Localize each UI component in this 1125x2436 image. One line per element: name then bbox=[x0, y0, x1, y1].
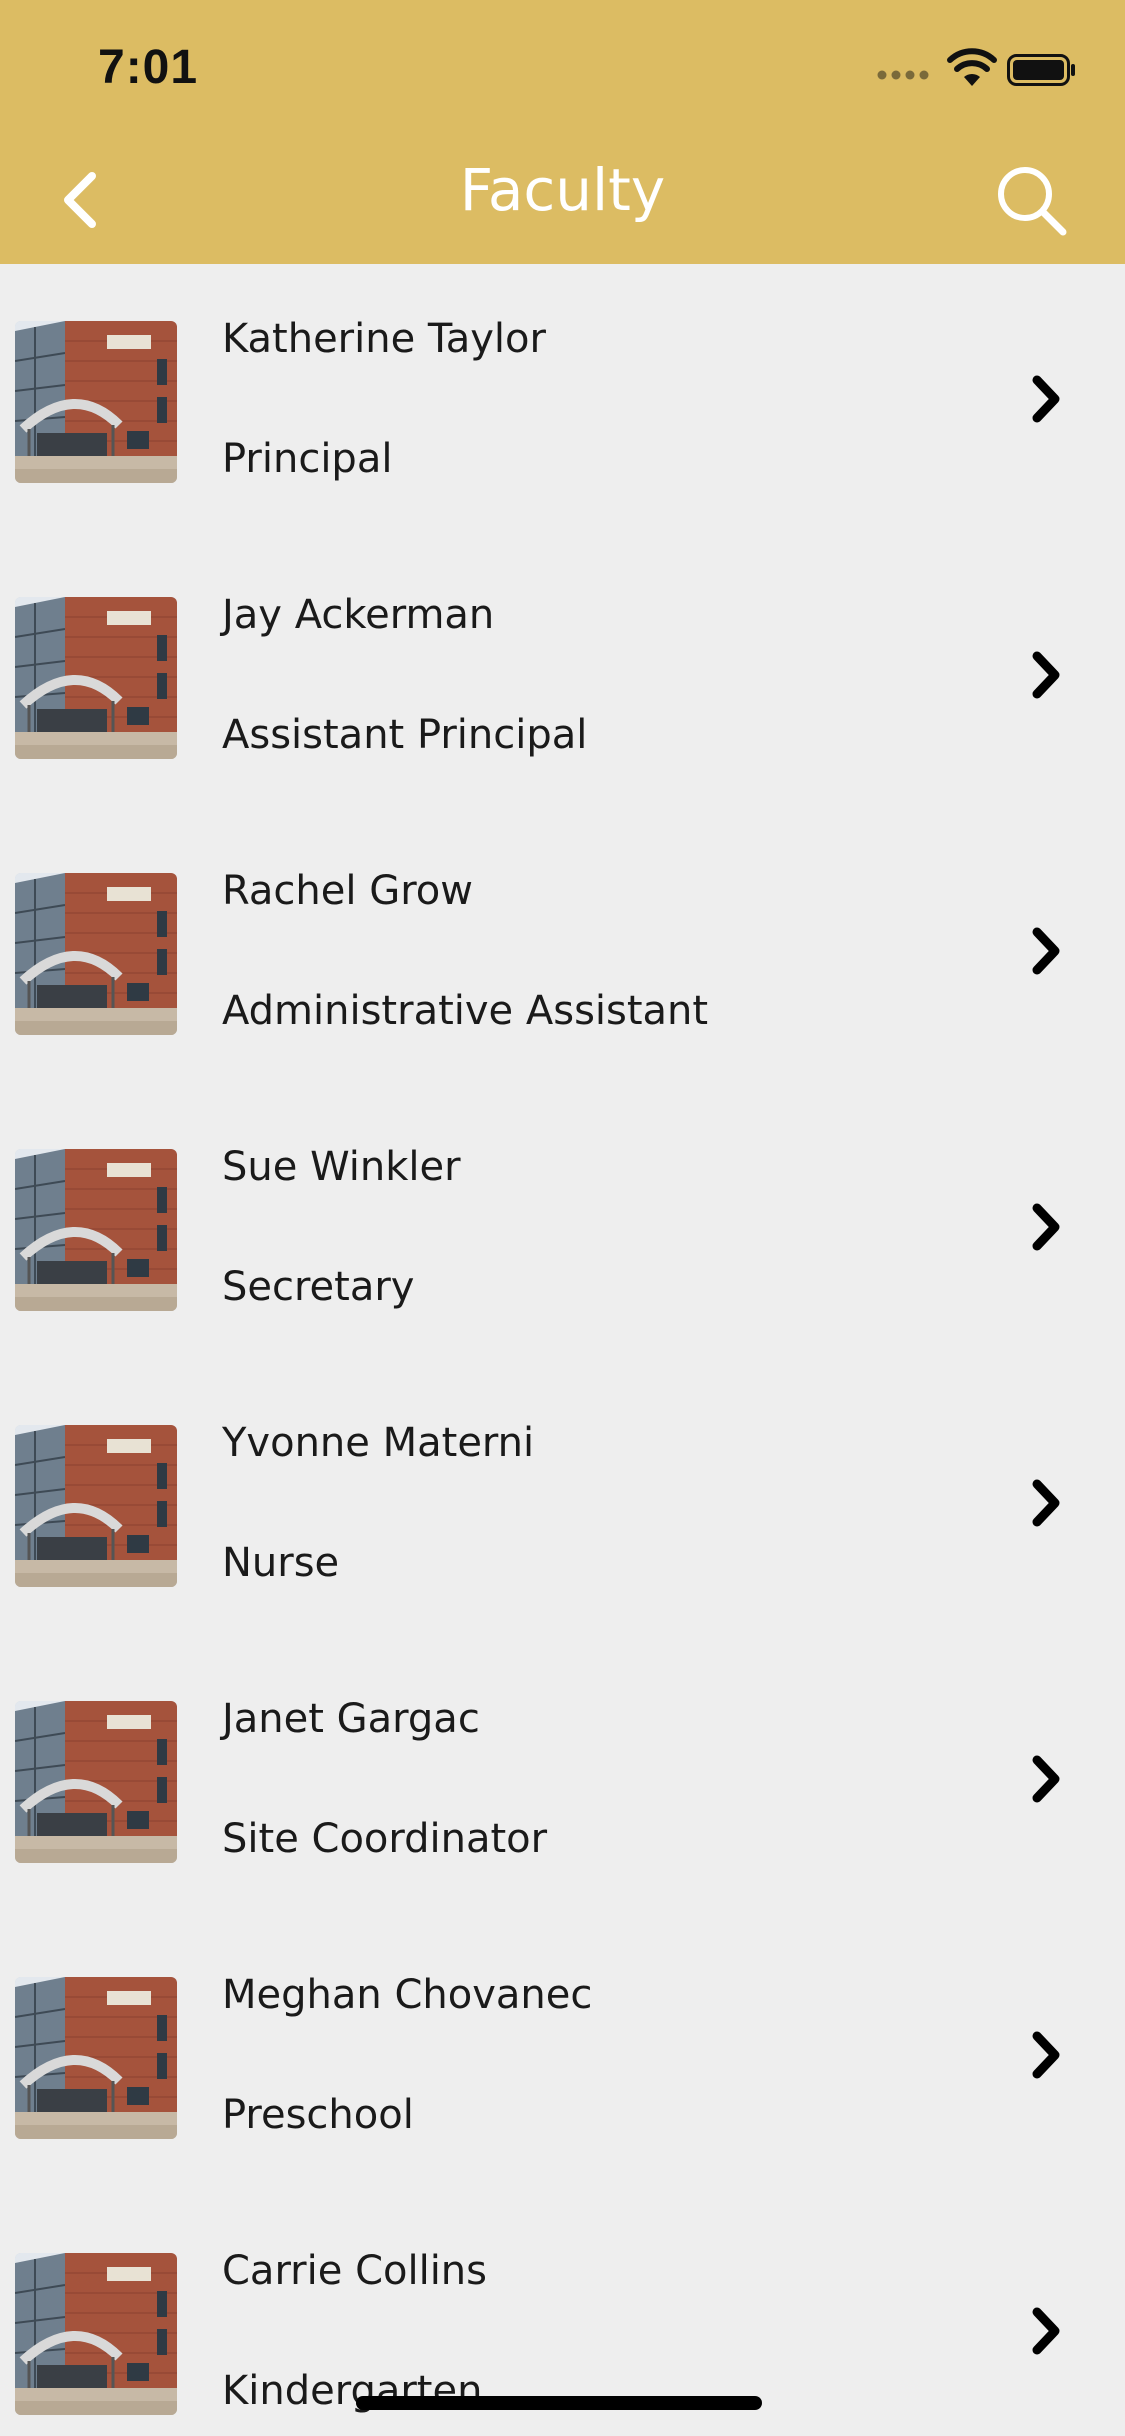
app-header: 7:01 Faculty bbox=[0, 0, 1125, 264]
faculty-role: Assistant Principal bbox=[222, 712, 588, 758]
faculty-row[interactable]: Yvonne Materni Nurse bbox=[0, 1368, 1125, 1644]
search-icon[interactable] bbox=[995, 164, 1067, 236]
faculty-row[interactable]: Sue Winkler Secretary bbox=[0, 1092, 1125, 1368]
page-title: Faculty bbox=[459, 156, 666, 224]
faculty-name: Carrie Collins bbox=[222, 2248, 487, 2294]
faculty-row[interactable]: Meghan Chovanec Preschool bbox=[0, 1920, 1125, 2196]
chevron-right-icon bbox=[1032, 651, 1060, 699]
school-building-thumbnail bbox=[15, 1977, 177, 2139]
status-time: 7:01 bbox=[98, 41, 199, 94]
faculty-name: Yvonne Materni bbox=[222, 1420, 535, 1466]
chevron-right-icon bbox=[1032, 375, 1060, 423]
school-building-thumbnail bbox=[15, 597, 177, 759]
wifi-icon bbox=[947, 48, 997, 86]
faculty-role: Secretary bbox=[222, 1264, 415, 1310]
home-indicator bbox=[356, 2396, 762, 2410]
faculty-list: Katherine Taylor Principal Jay Ackerman … bbox=[0, 264, 1125, 2436]
faculty-name: Jay Ackerman bbox=[222, 592, 495, 638]
faculty-name: Janet Gargac bbox=[222, 1696, 480, 1742]
school-building-thumbnail bbox=[15, 1149, 177, 1311]
school-building-thumbnail bbox=[15, 873, 177, 1035]
school-building-thumbnail bbox=[15, 1701, 177, 1863]
faculty-row[interactable]: Janet Gargac Site Coordinator bbox=[0, 1644, 1125, 1920]
faculty-name: Meghan Chovanec bbox=[222, 1972, 593, 2018]
faculty-row[interactable]: Rachel Grow Administrative Assistant bbox=[0, 816, 1125, 1092]
faculty-role: Principal bbox=[222, 436, 393, 482]
faculty-role: Preschool bbox=[222, 2092, 414, 2138]
faculty-name: Sue Winkler bbox=[222, 1144, 461, 1190]
faculty-role: Site Coordinator bbox=[222, 1816, 548, 1862]
chevron-right-icon bbox=[1032, 1203, 1060, 1251]
faculty-name: Rachel Grow bbox=[222, 868, 473, 914]
faculty-row[interactable]: Katherine Taylor Principal bbox=[0, 264, 1125, 540]
faculty-role: Administrative Assistant bbox=[222, 988, 709, 1034]
chevron-right-icon bbox=[1032, 1479, 1060, 1527]
faculty-role: Nurse bbox=[222, 1540, 340, 1586]
school-building-thumbnail bbox=[15, 1425, 177, 1587]
school-building-thumbnail bbox=[15, 2253, 177, 2415]
battery-icon bbox=[1007, 54, 1075, 86]
chevron-right-icon bbox=[1032, 2031, 1060, 2079]
faculty-row[interactable]: Jay Ackerman Assistant Principal bbox=[0, 540, 1125, 816]
chevron-right-icon bbox=[1032, 1755, 1060, 1803]
cellular-signal-icon bbox=[877, 70, 929, 80]
faculty-name: Katherine Taylor bbox=[222, 316, 546, 362]
chevron-right-icon bbox=[1032, 927, 1060, 975]
chevron-right-icon bbox=[1032, 2307, 1060, 2355]
school-building-thumbnail bbox=[15, 321, 177, 483]
